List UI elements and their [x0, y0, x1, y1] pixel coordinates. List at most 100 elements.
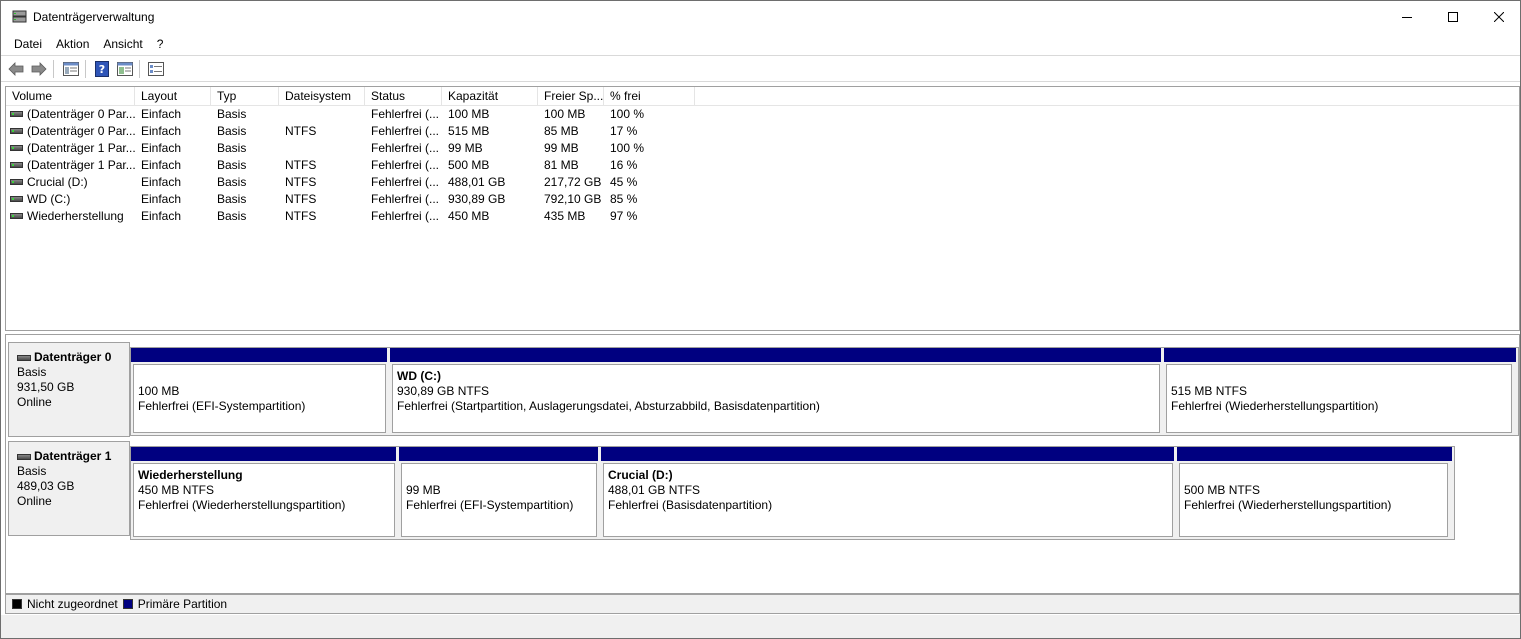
back-button[interactable] [7, 60, 25, 78]
table-row[interactable]: (Datenträger 1 Par... Einfach Basis NTFS… [6, 157, 706, 174]
partition-crucial-d[interactable]: Crucial (D:) 488,01 GB NTFS Fehlerfrei (… [601, 447, 1177, 539]
table-row[interactable]: (Datenträger 0 Par... Einfach Basis NTFS… [6, 123, 706, 140]
cell-volume: Crucial (D:) [6, 174, 135, 191]
cell-status: Fehlerfrei (... [371, 209, 440, 223]
partition-disk0-efi[interactable]: 100 MB Fehlerfrei (EFI-Systempartition) [131, 348, 390, 435]
cell-typ: Basis [217, 209, 247, 223]
disk-icon [17, 354, 31, 361]
cell-dateisystem: NTFS [285, 192, 317, 206]
volume-name: WD (C:) [27, 192, 71, 206]
table-row[interactable]: Crucial (D:) Einfach Basis NTFS Fehlerfr… [6, 174, 706, 191]
volume-icon [10, 161, 23, 168]
column-header-status[interactable]: Status [365, 87, 442, 106]
cell-kapazitaet: 500 MB [448, 158, 490, 172]
column-header-kapazitaet[interactable]: Kapazität [442, 87, 538, 106]
partition-size: 99 MB [406, 483, 441, 497]
cell-layout: Einfach [141, 141, 182, 155]
disk-0-name: Datenträger 0 [17, 350, 129, 365]
partition-body: 99 MB Fehlerfrei (EFI-Systempartition) [401, 463, 597, 537]
cell-layout: Einfach [141, 209, 182, 223]
cell-dateisystem [279, 106, 365, 123]
partition-size: 450 MB NTFS [138, 483, 215, 497]
column-header-prozent-frei[interactable]: % frei [604, 87, 695, 106]
partition-body: WD (C:) 930,89 GB NTFS Fehlerfrei (Start… [392, 364, 1160, 433]
volume-icon [10, 212, 23, 219]
maximize-button[interactable] [1430, 1, 1476, 33]
menu-datei[interactable]: Datei [7, 34, 49, 54]
minimize-button[interactable] [1384, 1, 1430, 33]
cell-dateisystem: NTFS [285, 124, 317, 138]
table-row[interactable]: (Datenträger 1 Par... Einfach Basis Fehl… [6, 140, 706, 157]
properties-icon [117, 62, 133, 76]
partition-bar [399, 447, 601, 461]
column-header-volume[interactable]: Volume [6, 87, 135, 106]
partition-wiederherstellung[interactable]: Wiederherstellung 450 MB NTFS Fehlerfrei… [131, 447, 399, 539]
properties-button[interactable] [116, 60, 134, 78]
column-header-layout[interactable]: Layout [135, 87, 211, 106]
cell-prozent-frei: 97 % [610, 209, 638, 223]
cell-typ: Basis [217, 158, 247, 172]
forward-icon [31, 62, 47, 76]
partition-wd-c[interactable]: WD (C:) 930,89 GB NTFS Fehlerfrei (Start… [390, 348, 1164, 435]
table-row[interactable]: Wiederherstellung Einfach Basis NTFS Feh… [6, 208, 706, 225]
disk-0-label[interactable]: Datenträger 0 Basis 931,50 GB Online [8, 342, 130, 437]
legend: Nicht zugeordnet Primäre Partition [5, 594, 1520, 614]
menu-aktion[interactable]: Aktion [49, 34, 96, 54]
status-bar [1, 615, 1520, 638]
partition-bar [601, 447, 1177, 461]
cell-freier-speicher: 100 MB [544, 107, 586, 121]
cell-typ: Basis [217, 124, 247, 138]
disk-1-type: Basis [17, 464, 47, 478]
partition-bar [131, 348, 390, 362]
partition-size: 515 MB NTFS [1171, 384, 1248, 398]
table-row[interactable]: WD (C:) Einfach Basis NTFS Fehlerfrei (.… [6, 191, 706, 208]
volume-name: (Datenträger 1 Par... [27, 158, 135, 172]
cell-kapazitaet: 99 MB [448, 141, 483, 155]
toolbar-separator [53, 60, 54, 78]
partition-title [138, 369, 385, 384]
column-header-freier-speicher[interactable]: Freier Sp... [538, 87, 604, 106]
forward-button[interactable] [30, 60, 48, 78]
disk-0-state: Online [17, 395, 52, 409]
partition-disk1-efi[interactable]: 99 MB Fehlerfrei (EFI-Systempartition) [399, 447, 601, 539]
settings-button[interactable] [147, 60, 165, 78]
help-button[interactable]: ? [93, 60, 111, 78]
console-tree-button[interactable] [62, 60, 80, 78]
partition-status: Fehlerfrei (Basisdatenpartition) [608, 498, 773, 512]
menu-help[interactable]: ? [150, 34, 171, 54]
partition-disk1-recovery[interactable]: 500 MB NTFS Fehlerfrei (Wiederherstellun… [1177, 447, 1452, 539]
cell-layout: Einfach [141, 124, 182, 138]
disk-view: Datenträger 0 Basis 931,50 GB Online 100… [5, 334, 1520, 594]
cell-status: Fehlerfrei (... [371, 158, 440, 172]
partition-status: Fehlerfrei (Startpartition, Auslagerungs… [397, 399, 820, 413]
cell-typ: Basis [217, 175, 247, 189]
disk-1-partitions: Wiederherstellung 450 MB NTFS Fehlerfrei… [130, 446, 1455, 540]
cell-prozent-frei: 100 % [610, 107, 645, 121]
cell-prozent-frei: 45 % [610, 175, 638, 189]
partition-size: 500 MB NTFS [1184, 483, 1261, 497]
cell-typ: Basis [217, 141, 247, 155]
cell-volume: (Datenträger 0 Par... [6, 123, 135, 140]
partition-body: Crucial (D:) 488,01 GB NTFS Fehlerfrei (… [603, 463, 1173, 537]
partition-body: 500 MB NTFS Fehlerfrei (Wiederherstellun… [1179, 463, 1448, 537]
menu-ansicht[interactable]: Ansicht [96, 34, 149, 54]
column-header-dateisystem[interactable]: Dateisystem [279, 87, 365, 106]
disk-1-name: Datenträger 1 [17, 449, 129, 464]
close-icon [1494, 12, 1504, 22]
menu-bar: Datei Aktion Ansicht ? [1, 33, 1520, 55]
volume-list[interactable]: Volume Layout Typ Dateisystem Status Kap… [5, 86, 1520, 331]
volume-name: (Datenträger 0 Par... [27, 124, 135, 138]
partition-disk0-recovery[interactable]: 515 MB NTFS Fehlerfrei (Wiederherstellun… [1164, 348, 1516, 435]
volume-icon [10, 178, 23, 185]
cell-layout: Einfach [141, 107, 182, 121]
disk-1-label[interactable]: Datenträger 1 Basis 489,03 GB Online [8, 441, 130, 536]
volume-name: Wiederherstellung [27, 209, 124, 223]
table-row[interactable]: (Datenträger 0 Par... Einfach Basis Fehl… [6, 106, 706, 123]
minimize-icon [1402, 17, 1412, 18]
close-button[interactable] [1476, 1, 1521, 33]
partition-size: 488,01 GB NTFS [608, 483, 701, 497]
help-icon: ? [95, 61, 109, 77]
title-bar[interactable]: Datenträgerverwaltung [1, 1, 1520, 33]
column-header-typ[interactable]: Typ [211, 87, 279, 106]
cell-typ: Basis [217, 107, 247, 121]
